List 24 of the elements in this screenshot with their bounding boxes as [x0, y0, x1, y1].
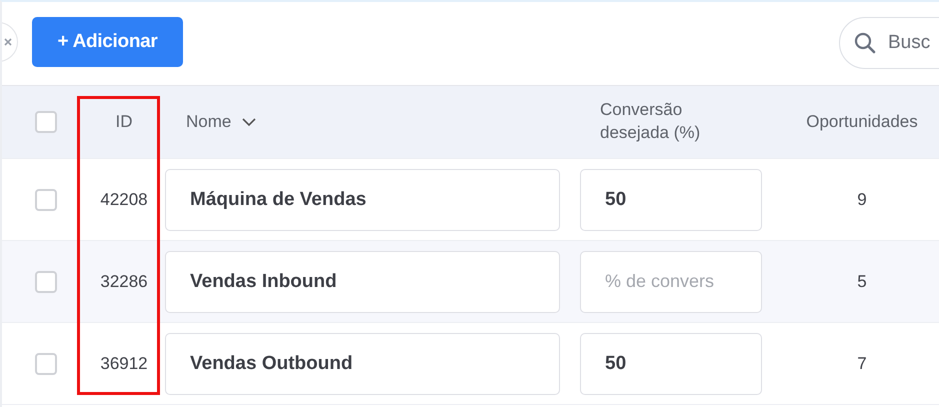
table-cell: 7	[857, 354, 867, 374]
column-header[interactable]: Nome	[186, 110, 232, 134]
column-header[interactable]: ID	[116, 110, 132, 134]
checkbox[interactable]	[35, 111, 57, 133]
column-header[interactable]: Conversão desejada (%)	[600, 99, 730, 145]
input-field[interactable]: Vendas Inbound	[165, 250, 560, 312]
table-cell: 5	[857, 272, 867, 292]
input-field[interactable]: % de convers	[580, 250, 762, 312]
input-field[interactable]: Máquina de Vendas	[165, 168, 560, 230]
checkbox[interactable]	[35, 352, 57, 374]
table-cell: 32286	[100, 272, 148, 292]
table-cell: 36912	[100, 354, 148, 374]
input-field[interactable]: Vendas Outbound	[165, 332, 560, 394]
checkbox[interactable]	[35, 188, 57, 210]
table-cell: 42208	[100, 190, 148, 210]
chevron-icon[interactable]	[241, 117, 258, 127]
checkbox[interactable]	[35, 270, 57, 292]
input-field[interactable]: 50	[580, 332, 762, 394]
search-icon	[854, 32, 876, 54]
close-icon	[3, 37, 13, 47]
input-field[interactable]: 50	[580, 168, 762, 230]
add-button[interactable]: + Adicionar	[32, 16, 183, 66]
column-header[interactable]: Oportunidades	[806, 110, 918, 134]
table-cell: 9	[857, 190, 867, 210]
